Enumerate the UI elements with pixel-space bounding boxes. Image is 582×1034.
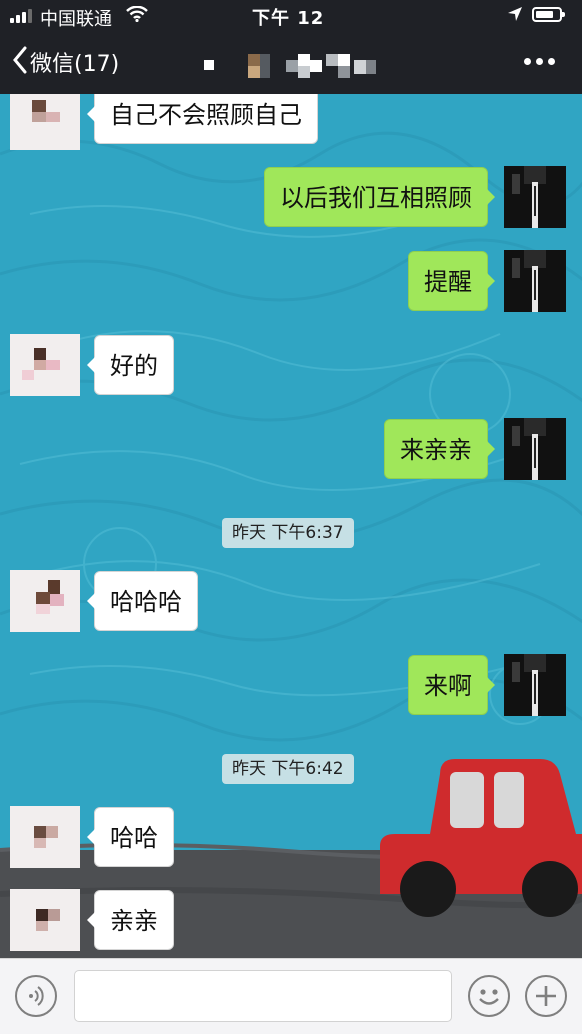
my-avatar[interactable]	[504, 250, 566, 312]
timestamp-badge: 昨天 下午6:42	[222, 754, 354, 784]
plus-icon	[527, 986, 565, 1019]
voice-input-button[interactable]	[15, 975, 57, 1017]
message-bubble-incoming[interactable]: 好的	[87, 335, 174, 395]
my-avatar[interactable]	[504, 418, 566, 480]
message-bubble-outgoing[interactable]: 来亲亲	[384, 419, 495, 479]
message-bubble-incoming[interactable]: 哈哈	[87, 807, 174, 867]
contact-avatar[interactable]	[10, 806, 80, 868]
message-bubble-incoming[interactable]: 亲亲	[87, 890, 174, 950]
battery-icon	[532, 7, 565, 22]
status-time: 下午 12	[252, 8, 325, 29]
my-avatar[interactable]	[504, 166, 566, 228]
message-bubble-outgoing[interactable]: 以后我们互相照顾	[264, 167, 495, 227]
contact-avatar[interactable]	[10, 94, 80, 150]
voice-icon	[17, 986, 55, 1019]
back-label: 微信(17)	[30, 52, 120, 77]
message-bubble-outgoing[interactable]: 来啊	[408, 655, 495, 715]
back-button[interactable]: 微信(17)	[12, 46, 119, 78]
message-list[interactable]: 自己不会照顾自己 以后我们互相照顾 提醒 好的 来亲亲 昨天 下午6:37 哈哈…	[0, 94, 582, 958]
signal-strength-icon	[10, 9, 32, 23]
add-attachment-button[interactable]	[525, 975, 567, 1017]
location-arrow-icon	[507, 6, 523, 27]
status-bar: 中国联通 下午 12	[0, 0, 582, 32]
more-dots-icon[interactable]	[524, 58, 555, 65]
contact-avatar[interactable]	[10, 570, 80, 632]
emoji-icon	[470, 989, 508, 1019]
my-avatar[interactable]	[504, 654, 566, 716]
emoji-button[interactable]	[468, 975, 510, 1017]
contact-avatar[interactable]	[10, 334, 80, 396]
contact-avatar[interactable]	[10, 889, 80, 951]
carrier-label: 中国联通	[40, 9, 112, 30]
input-bar	[0, 958, 582, 1034]
chevron-left-icon	[12, 46, 28, 78]
message-input[interactable]	[74, 970, 452, 1022]
wifi-icon	[126, 5, 148, 27]
message-bubble-incoming[interactable]: 哈哈哈	[87, 571, 198, 631]
chat-header: 微信(17)	[0, 32, 582, 94]
chat-title-pixelated	[196, 50, 392, 82]
timestamp-badge: 昨天 下午6:37	[222, 518, 354, 548]
message-bubble-outgoing[interactable]: 提醒	[408, 251, 495, 311]
message-bubble-incoming[interactable]: 自己不会照顾自己	[87, 94, 318, 144]
